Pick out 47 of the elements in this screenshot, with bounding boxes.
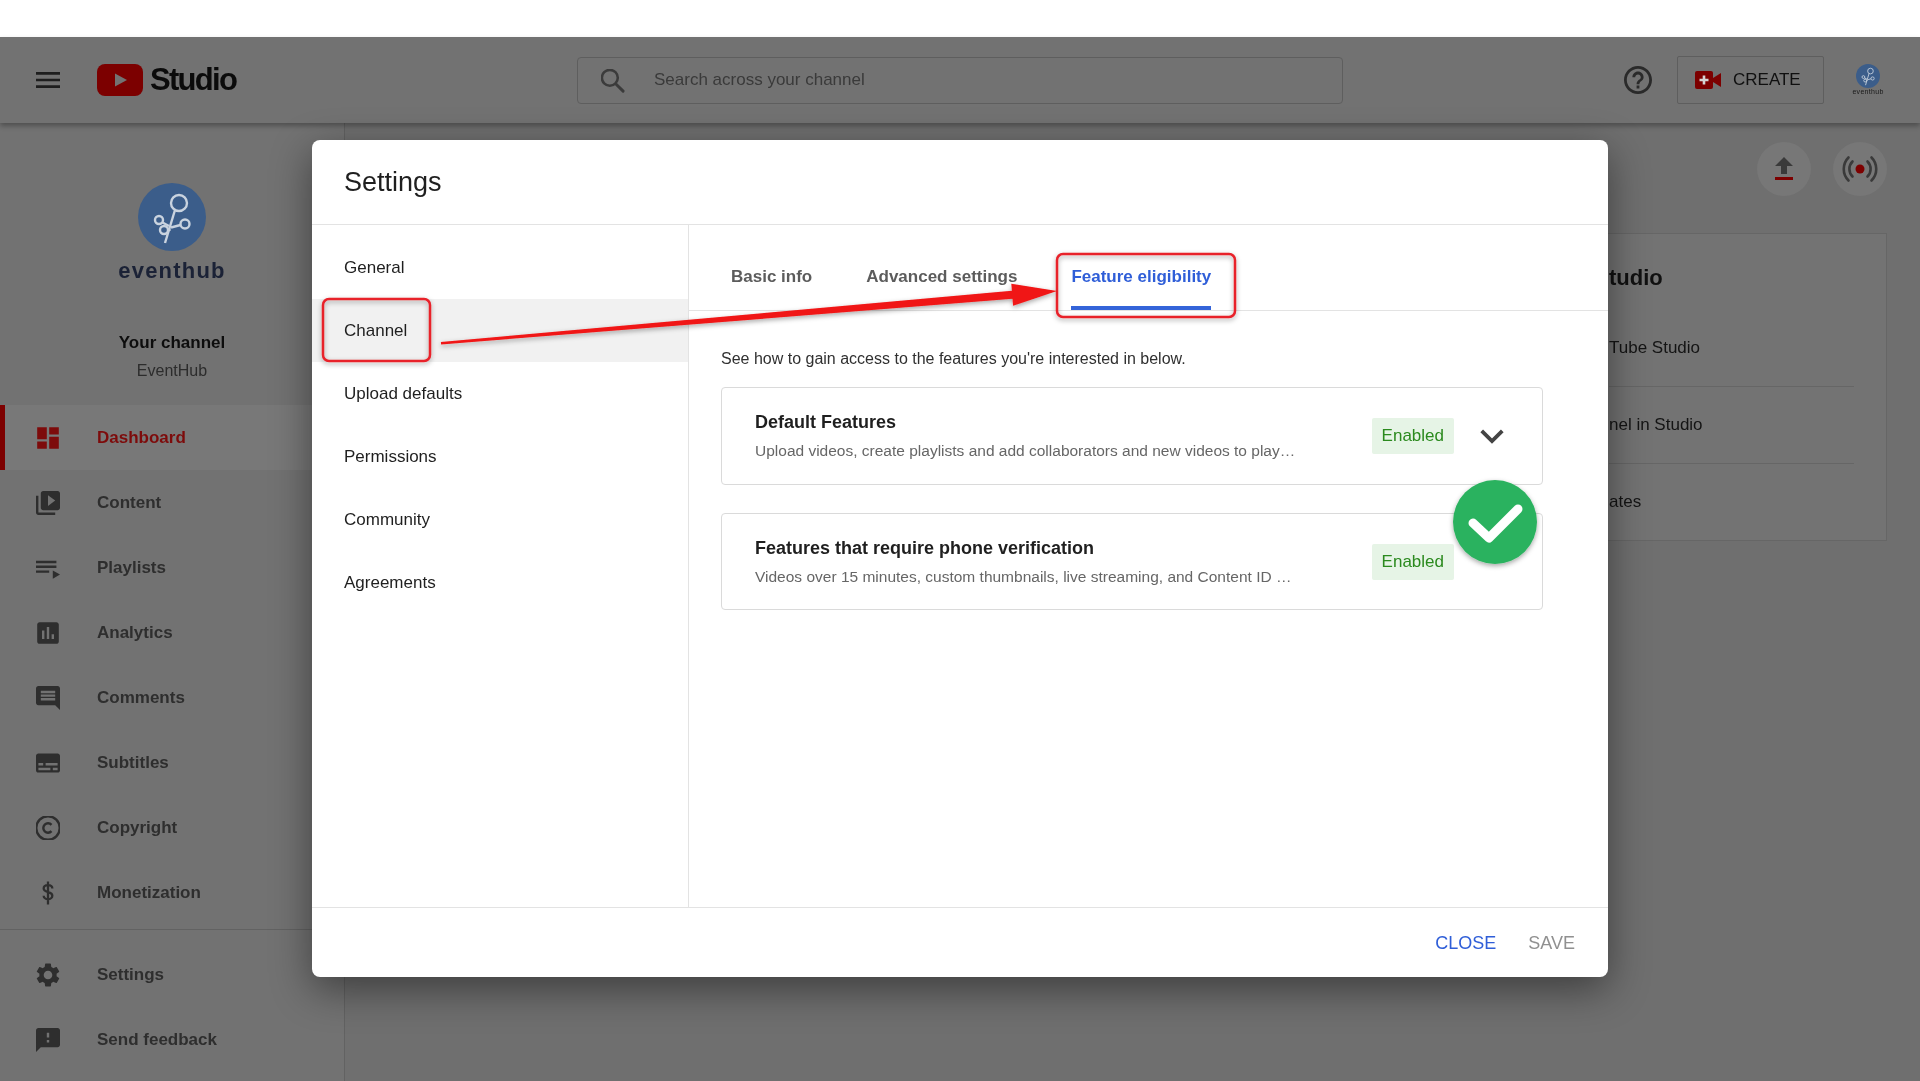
status-badge: Enabled <box>1371 543 1454 580</box>
alert-bubble-icon <box>36 1027 60 1052</box>
logo-text[interactable]: Studio <box>150 62 237 98</box>
feature-title: Default Features <box>755 411 897 433</box>
tab[interactable]: Advanced settings <box>866 248 1018 310</box>
sidebar-item[interactable]: Settings <box>0 942 344 1007</box>
sidebar-item[interactable]: Send feedback <box>0 1007 344 1072</box>
create-button[interactable]: CREATE <box>1677 56 1824 104</box>
upload-icon[interactable] <box>1757 142 1811 196</box>
channel-name: EventHub <box>136 361 208 381</box>
sidebar-item[interactable]: Copyright <box>0 795 344 860</box>
check-circle-icon <box>1453 480 1537 564</box>
video-library-icon <box>36 490 60 515</box>
comment-icon <box>36 685 60 710</box>
card-title: tudio <box>1609 264 1664 292</box>
tiles-icon <box>36 425 60 450</box>
search-icon <box>601 68 625 93</box>
copyright-icon <box>36 815 60 840</box>
card-item-text[interactable]: Tube Studio <box>1609 338 1701 358</box>
description-text: See how to gain access to the features you're interested in below. <box>721 349 1187 369</box>
sidebar-item[interactable]: Subtitles <box>0 730 344 795</box>
close-button[interactable]: CLOSE <box>1427 924 1505 961</box>
settings-icon <box>36 962 60 987</box>
tab[interactable]: Basic info <box>731 248 813 310</box>
subtitles-icon <box>36 750 60 775</box>
feature-description: Upload videos, create playlists and add collaborators and new videos to play… <box>755 441 1296 461</box>
dialog-title: Settings <box>344 166 442 198</box>
play-logo-icon[interactable] <box>97 64 143 96</box>
channel-title: Your channel <box>118 332 226 354</box>
network-logo-icon <box>1856 64 1880 88</box>
sidebar-item[interactable]: Comments <box>0 665 344 730</box>
sidebar-item[interactable]: Monetization <box>0 860 344 925</box>
live-broadcast-icon[interactable] <box>1833 142 1887 196</box>
feature-title: Features that require phone verification <box>755 536 1095 559</box>
video-camera-plus-icon <box>1695 71 1721 89</box>
search-field[interactable]: Search across your channel <box>577 56 1343 104</box>
help-icon[interactable] <box>1624 66 1652 94</box>
channel-logo-icon[interactable] <box>138 183 206 251</box>
card-item-text[interactable]: ates <box>1609 492 1642 512</box>
card-item-text[interactable]: nel in Studio <box>1609 415 1703 435</box>
settings-nav-item[interactable]: Channel <box>312 299 688 362</box>
tab[interactable]: Feature eligibility <box>1071 248 1212 310</box>
status-badge: Enabled <box>1371 418 1454 454</box>
channel-logo-text: eventhub <box>118 257 226 285</box>
feature-description: Videos over 15 minutes, custom thumbnails, live streaming, and Content ID … <box>755 566 1292 587</box>
bar-chart-icon <box>36 620 60 645</box>
settings-nav-item[interactable]: General <box>312 236 688 299</box>
